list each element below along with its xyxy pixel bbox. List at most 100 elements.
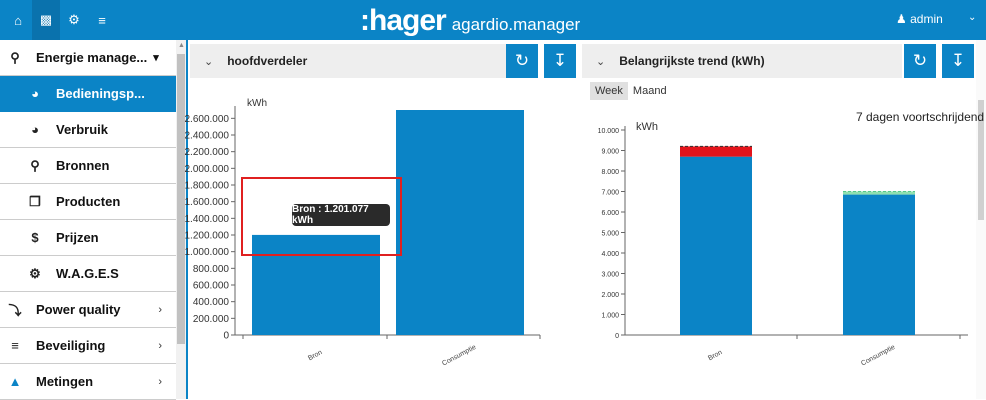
cogs-icon: ⚙ [29, 265, 41, 281]
sidebar-item-power-quality[interactable]: ⤵ Power quality › [0, 292, 176, 328]
sidebar-item-label: W.A.G.E.S [56, 266, 119, 281]
bar-segment [680, 156, 752, 335]
app-name: agardio.manager [451, 15, 581, 34]
plug-icon: ⤵ [8, 303, 22, 318]
chevron-right-icon: › [158, 303, 162, 316]
lightbulb-icon: ⚲ [10, 49, 20, 65]
gauge-icon: ◕ [31, 122, 39, 137]
left-panel-header: ⌄ hoofdverdeler [190, 44, 506, 78]
y-tick-label: 5.000 [601, 231, 619, 238]
cogs-icon[interactable]: ⚙ [60, 0, 88, 40]
y-tick-label: 6.000 [601, 210, 619, 217]
laptop-icon[interactable]: ▩ [32, 0, 60, 40]
bar [396, 110, 524, 335]
refresh-button[interactable]: ↻ [904, 44, 936, 78]
refresh-button[interactable]: ↻ [506, 44, 538, 78]
chevron-right-icon: › [158, 375, 162, 388]
sidebar-scrollbar[interactable]: ▲ [176, 40, 186, 399]
sliders-icon[interactable]: ≡ [88, 0, 116, 40]
y-tick-label: 9.000 [601, 149, 619, 156]
download-icon: ↧ [950, 51, 966, 70]
bar-segment [680, 146, 752, 157]
sidebar-item-energie-management[interactable]: ⚲ Energie manage... ▾ [0, 40, 176, 76]
home-icon[interactable]: ⌂ [4, 0, 32, 40]
y-tick-label: 0 [223, 331, 229, 342]
x-tick-label: Consumptie [441, 344, 477, 368]
user-name: admin [910, 12, 943, 26]
sidebar: ⚲ Energie manage... ▾ ◕ Bedieningsp... ◕… [0, 40, 176, 400]
x-tick-label: Bron [707, 349, 723, 362]
sidebar-item-metingen[interactable]: ▲ Metingen › [0, 364, 176, 400]
y-tick-label: 400.000 [193, 297, 230, 308]
bar-segment [843, 191, 915, 195]
cube-icon: ❒ [29, 193, 41, 209]
dollar-icon: $ [31, 230, 39, 245]
brand: :hager agardio.manager [360, 4, 581, 37]
chart-subtitle: 7 dagen voortschrijdend [856, 110, 985, 124]
chevron-down-icon[interactable]: ⌄ [596, 55, 605, 68]
y-tick-label: 200.000 [193, 314, 230, 325]
chevron-right-icon: › [158, 339, 162, 352]
chevron-down-icon[interactable]: ⌄ [204, 55, 213, 68]
sidebar-item-label: Beveiliging [36, 338, 106, 353]
top-bar: ⌂ ▩ ⚙ ≡ :hager agardio.manager ♟ admin ⌄ [0, 0, 986, 40]
y-tick-label: 4.000 [601, 251, 619, 258]
y-tick-label: 10.000 [598, 128, 620, 135]
sidebar-item-label: Energie manage... [36, 50, 148, 65]
sidebar-item-label: Metingen [36, 374, 94, 389]
y-tick-label: 1.600.000 [185, 197, 230, 208]
y-tick-label: 1.200.000 [185, 231, 230, 242]
y-tick-label: 2.200.000 [185, 147, 230, 158]
sidebar-item-wages[interactable]: ⚙ W.A.G.E.S [0, 256, 176, 292]
y-tick-label: 800.000 [193, 264, 230, 275]
y-tick-label: 2.000.000 [185, 164, 230, 175]
bar-tooltip: Bron : 1.201.077 kWh [292, 204, 390, 226]
sidebar-item-bronnen[interactable]: ⚲ Bronnen [0, 148, 176, 184]
pie-chart-icon: ◕ [31, 86, 39, 101]
export-button[interactable]: ↧ [942, 44, 974, 78]
y-tick-label: 8.000 [601, 169, 619, 176]
bar-segment [843, 194, 915, 335]
right-panel-header: ⌄ Belangrijkste trend (kWh) [582, 44, 902, 78]
area-chart-icon: ▲ [8, 374, 22, 389]
tab-maand[interactable]: Maand [628, 82, 672, 100]
y-tick-label: 0 [615, 333, 619, 340]
user-icon: ♟ [896, 12, 907, 26]
period-tabs: Week Maand [590, 82, 672, 100]
lightbulb-icon: ⚲ [30, 157, 40, 173]
chevron-down-icon[interactable]: ⌄ [968, 12, 976, 23]
sidebar-item-label: Power quality [36, 302, 121, 317]
y-tick-label: 1.800.000 [185, 181, 230, 192]
right-panel-title: Belangrijkste trend (kWh) [619, 54, 765, 68]
export-button[interactable]: ↧ [544, 44, 576, 78]
divider [186, 40, 188, 399]
caret-down-icon: ▾ [153, 52, 159, 64]
y-axis-label: kWh [247, 98, 267, 109]
left-panel-title: hoofdverdeler [227, 54, 308, 68]
x-tick-label: Bron [307, 349, 323, 362]
refresh-icon: ↻ [912, 51, 928, 70]
content-scrollbar[interactable] [976, 40, 986, 399]
sidebar-item-beveiliging[interactable]: ≡ Beveiliging › [0, 328, 176, 364]
sidebar-item-label: Bedieningsp... [56, 86, 145, 101]
sidebar-item-prijzen[interactable]: $ Prijzen [0, 220, 176, 256]
sliders-icon: ≡ [11, 338, 19, 353]
sidebar-item-label: Bronnen [56, 158, 110, 173]
y-axis-label: kWh [636, 121, 658, 133]
y-tick-label: 600.000 [193, 281, 230, 292]
scroll-up-icon[interactable]: ▲ [178, 42, 185, 49]
y-tick-label: 1.000.000 [185, 247, 230, 258]
tab-week[interactable]: Week [590, 82, 628, 100]
y-tick-label: 2.400.000 [185, 131, 230, 142]
sidebar-item-producten[interactable]: ❒ Producten [0, 184, 176, 220]
sidebar-item-bedieningspaneel[interactable]: ◕ Bedieningsp... [0, 76, 176, 112]
y-tick-label: 1.400.000 [185, 214, 230, 225]
sidebar-item-verbruik[interactable]: ◕ Verbruik [0, 112, 176, 148]
sidebar-item-label: Prijzen [56, 230, 99, 245]
user-menu[interactable]: ♟ admin [896, 12, 943, 26]
brand-logo: :hager [360, 4, 447, 37]
y-tick-label: 1.000 [601, 313, 619, 320]
y-tick-label: 3.000 [601, 272, 619, 279]
scrollbar-thumb[interactable] [177, 54, 185, 344]
y-tick-label: 7.000 [601, 190, 619, 197]
